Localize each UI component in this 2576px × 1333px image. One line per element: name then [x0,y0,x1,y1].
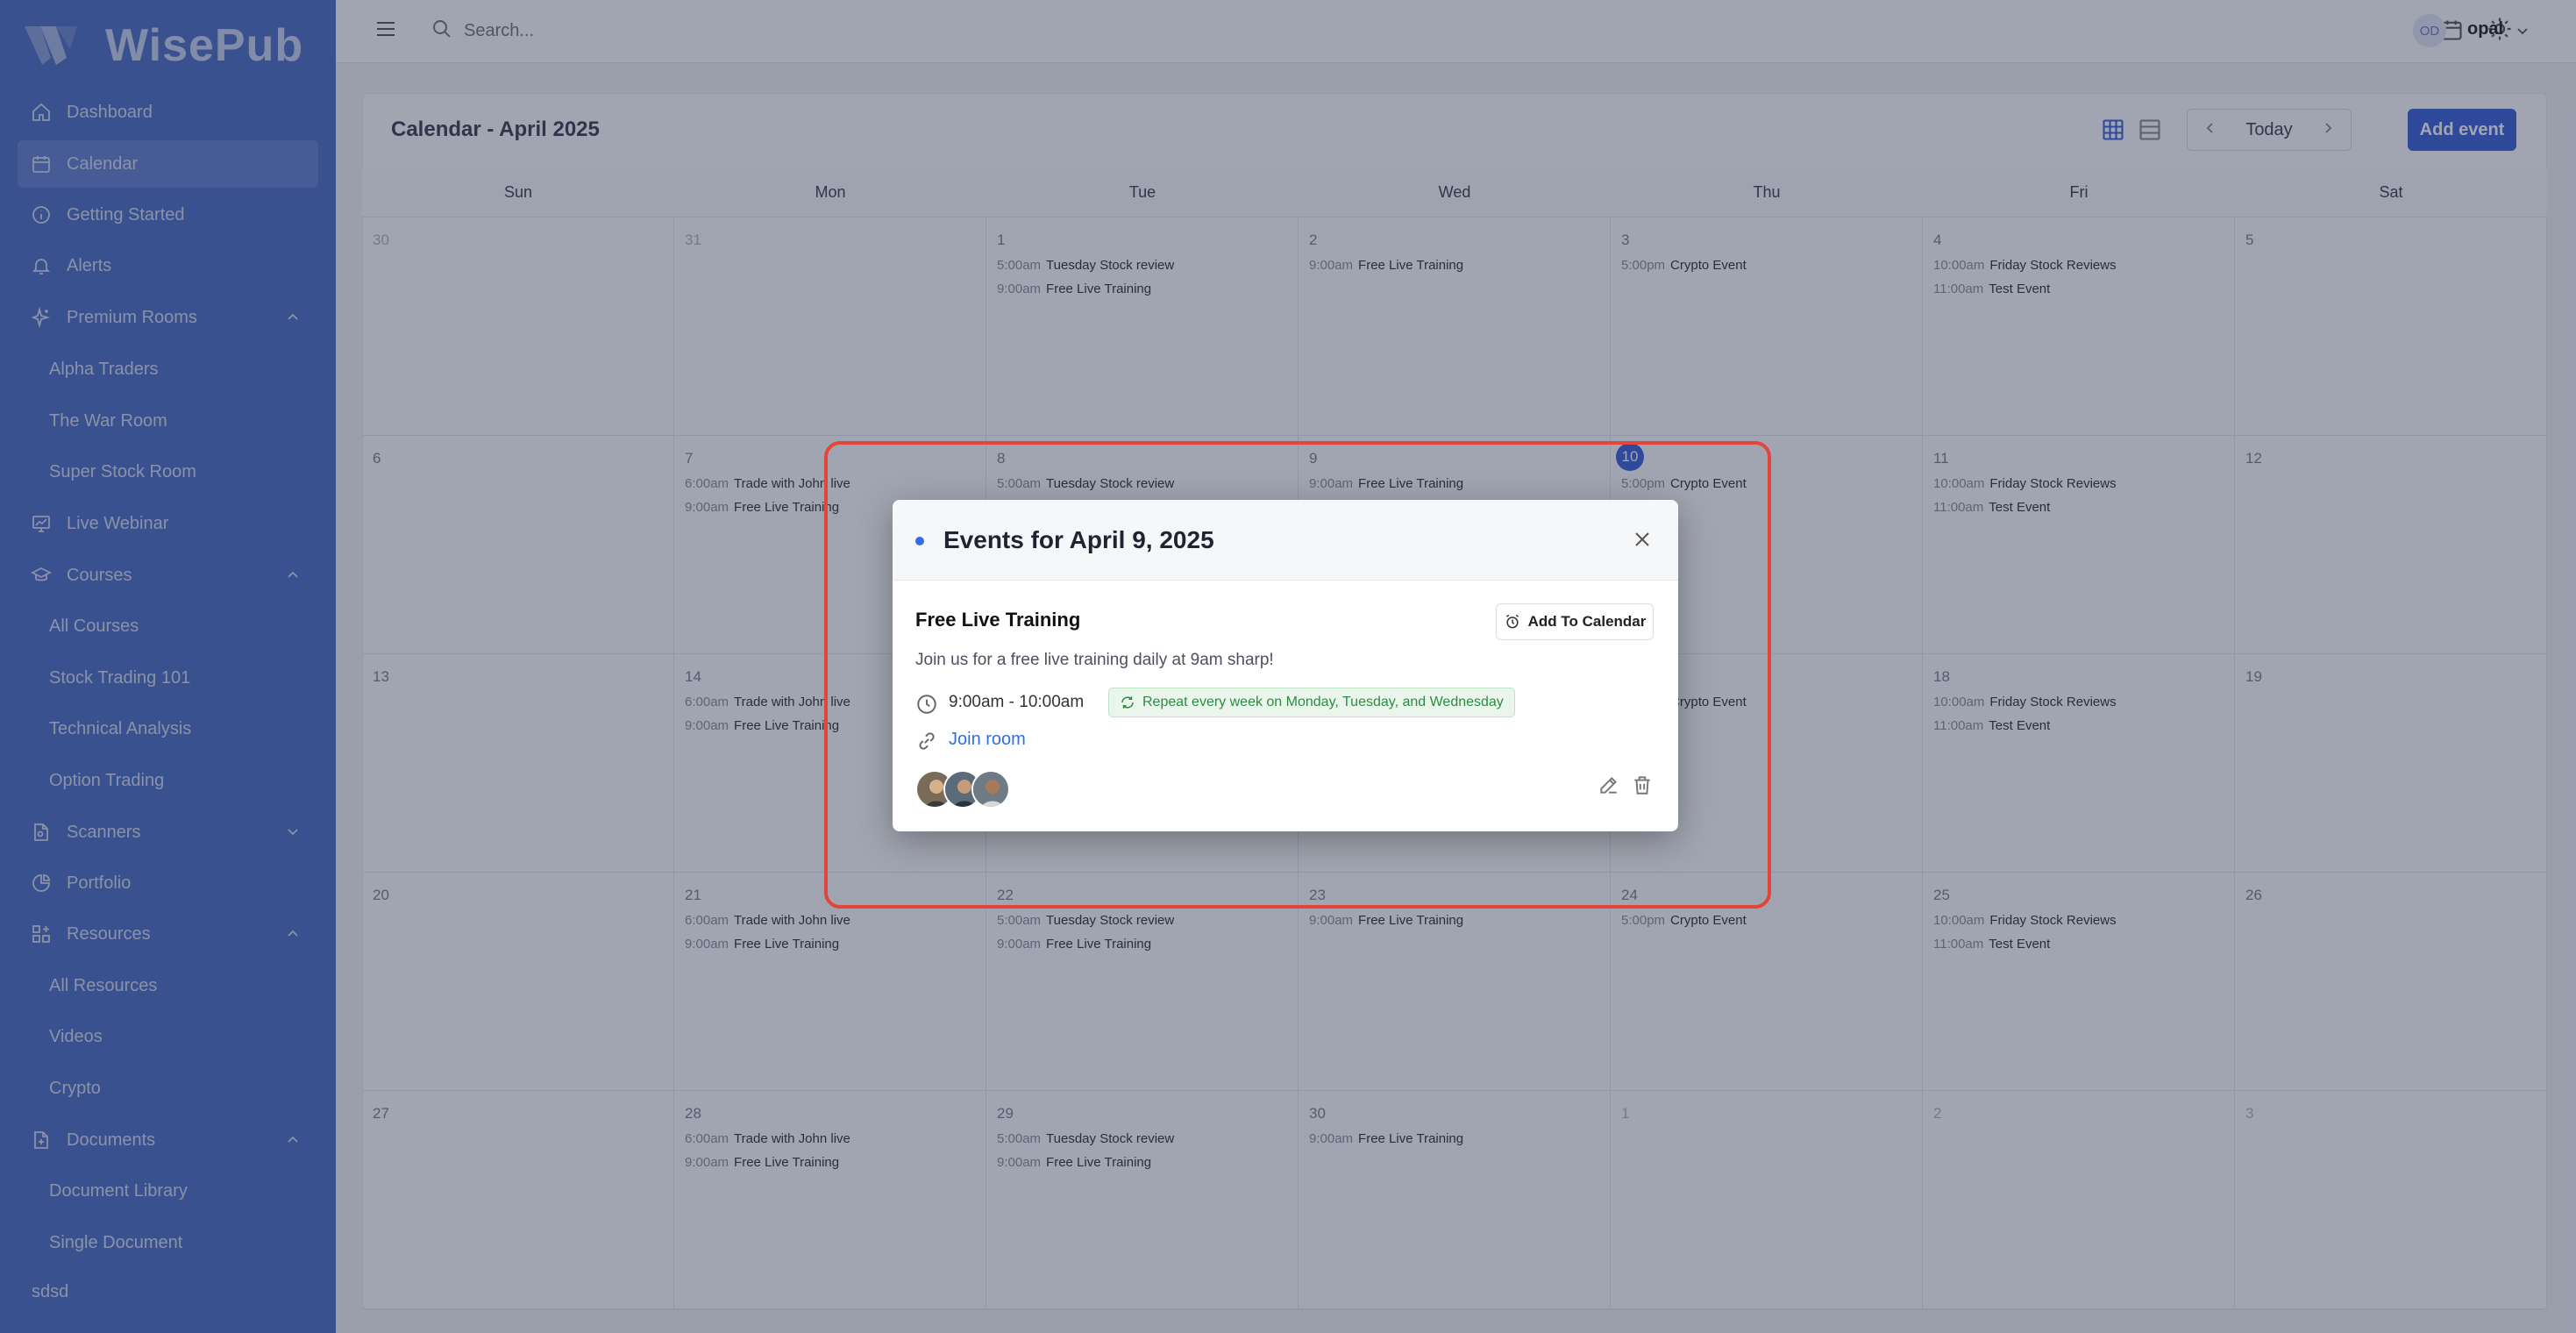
repeat-icon [1120,695,1135,710]
trash-icon[interactable] [1631,773,1654,801]
alarm-clock-icon [1504,613,1521,631]
edit-icon[interactable] [1598,773,1620,801]
event-dot [915,537,924,545]
events-modal: Events for April 9, 2025 Free Live Train… [893,500,1678,831]
repeat-label: Repeat every week on Monday, Tuesday, an… [1142,695,1504,709]
repeat-badge: Repeat every week on Monday, Tuesday, an… [1108,688,1515,717]
join-room-link[interactable]: Join room [949,730,1026,750]
event-title: Free Live Training [915,609,1081,631]
modal-title: Events for April 9, 2025 [943,526,1214,553]
event-description: Join us for a free live training daily a… [915,651,1274,669]
clock-icon [915,693,938,720]
attendee-avatars [915,770,1010,809]
link-icon [915,730,938,757]
add-to-calendar-button[interactable]: Add To Calendar [1496,603,1654,640]
event-time-range: 9:00am - 10:00am [949,693,1085,711]
modal-header: Events for April 9, 2025 [893,500,1678,581]
add-to-calendar-label: Add To Calendar [1527,613,1647,630]
close-icon[interactable] [1631,528,1654,555]
attendee-avatar[interactable] [971,770,1010,809]
